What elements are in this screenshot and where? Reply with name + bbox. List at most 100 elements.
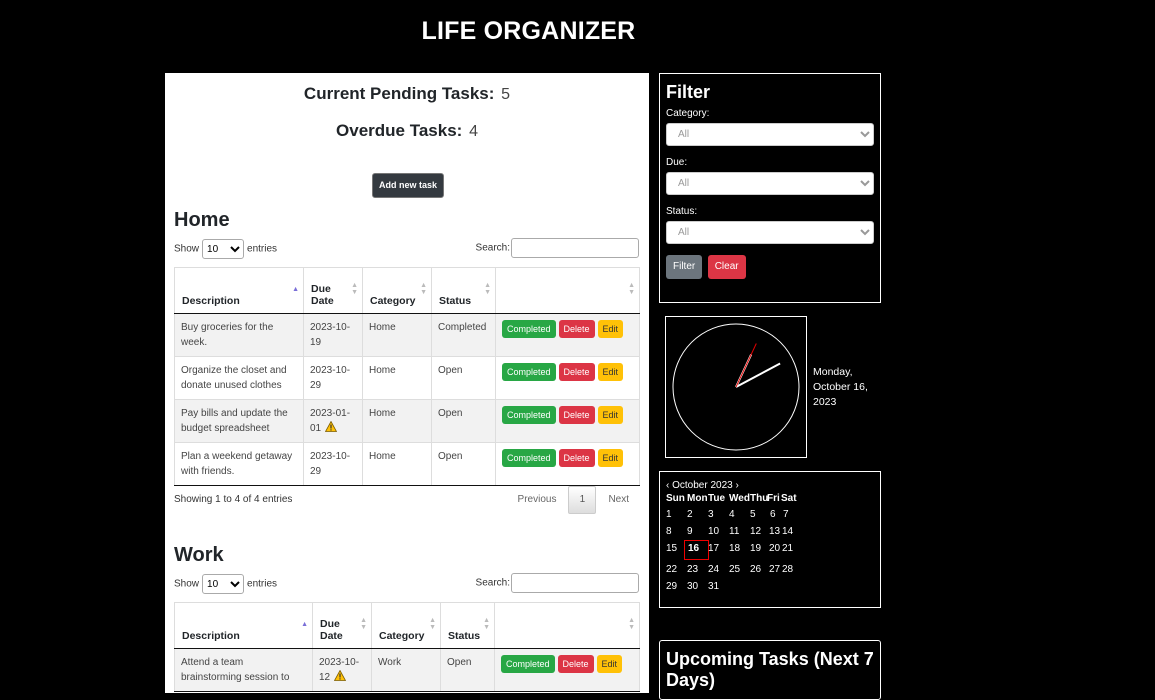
- delete-button[interactable]: Delete: [557, 655, 594, 673]
- calendar-day[interactable]: 2: [687, 509, 693, 520]
- calendar-week-row: 29 30 31: [666, 581, 874, 598]
- task-actions: Completed Delete Edit: [494, 648, 640, 692]
- calendar-day[interactable]: 7: [783, 509, 789, 520]
- filter-title: Filter: [666, 82, 711, 102]
- calendar-next-month[interactable]: ›: [736, 480, 739, 491]
- edit-button[interactable]: Edit: [597, 449, 624, 467]
- column-header-status[interactable]: Status ▲ ▼: [431, 267, 496, 314]
- calendar-day[interactable]: 10: [708, 526, 719, 537]
- column-header-actions[interactable]: ▲ ▼: [495, 267, 640, 314]
- edit-button[interactable]: Edit: [597, 320, 624, 338]
- calendar-day[interactable]: 31: [708, 581, 719, 592]
- edit-button[interactable]: Edit: [596, 655, 623, 673]
- page-1-button[interactable]: 1: [568, 486, 597, 514]
- calendar-prev-month[interactable]: ‹: [666, 480, 669, 491]
- delete-button[interactable]: Delete: [558, 406, 595, 424]
- previous-page-button[interactable]: Previous: [518, 494, 557, 505]
- calendar-day[interactable]: 11: [729, 526, 739, 537]
- filter-button[interactable]: Filter: [666, 255, 703, 279]
- category-filter-label: Category:: [666, 108, 710, 119]
- calendar-day[interactable]: 14: [782, 526, 793, 537]
- calendar-day[interactable]: 21: [782, 543, 793, 554]
- calendar-day[interactable]: 20: [769, 543, 780, 554]
- calendar-weekday: Wed: [729, 493, 750, 504]
- calendar-day[interactable]: 6: [770, 509, 776, 520]
- delete-button[interactable]: Delete: [558, 320, 595, 338]
- calendar-day[interactable]: 22: [666, 564, 677, 575]
- task-description: Plan a weekend getaway with friends.: [174, 442, 304, 486]
- mark-completed-button[interactable]: Completed: [501, 655, 555, 673]
- overdue-tasks-count: 4: [469, 123, 478, 140]
- clock-face: [672, 323, 800, 451]
- calendar-day[interactable]: 25: [729, 564, 740, 575]
- table-header-row: Description ▲ Due Date ▲ ▼ Category ▲ ▼ Statu…: [174, 602, 640, 649]
- home-page-length-select[interactable]: 10: [202, 239, 245, 259]
- mark-completed-button[interactable]: Completed: [502, 320, 556, 338]
- entries-label: entries: [247, 578, 278, 590]
- calendar-day[interactable]: 9: [687, 526, 693, 537]
- calendar-day[interactable]: 26: [750, 564, 761, 575]
- calendar-day[interactable]: 3: [708, 509, 714, 520]
- task-description: Attend a team brainstorming session to: [174, 648, 313, 692]
- calendar-day[interactable]: 12: [750, 526, 761, 537]
- entries-label: entries: [247, 243, 278, 255]
- home-search: Search:: [476, 238, 639, 258]
- calendar-day[interactable]: 5: [750, 509, 756, 520]
- pending-tasks-label: Current Pending Tasks:: [303, 84, 495, 103]
- calendar-day[interactable]: 13: [769, 526, 780, 537]
- edit-button[interactable]: Edit: [597, 363, 624, 381]
- task-status: Open: [431, 356, 496, 400]
- work-section-title: Work: [174, 544, 224, 566]
- calendar-day[interactable]: 30: [687, 581, 698, 592]
- calendar-day[interactable]: 23: [687, 564, 698, 575]
- column-header-description[interactable]: Description ▲: [174, 602, 313, 649]
- status-filter-select[interactable]: All: [666, 221, 874, 244]
- column-header-due-date[interactable]: Due Date ▲ ▼: [312, 602, 372, 649]
- calendar-day[interactable]: 29: [666, 581, 677, 592]
- edit-button[interactable]: Edit: [597, 406, 624, 424]
- delete-button[interactable]: Delete: [558, 363, 595, 381]
- work-page-length-select[interactable]: 10: [202, 574, 245, 594]
- calendar-day[interactable]: 18: [729, 543, 740, 554]
- calendar-day[interactable]: 28: [782, 564, 793, 575]
- calendar-day[interactable]: 19: [750, 543, 761, 554]
- task-status: Open: [440, 648, 495, 692]
- task-actions: Completed Delete Edit: [495, 356, 640, 400]
- mark-completed-button[interactable]: Completed: [502, 449, 556, 467]
- column-header-status[interactable]: Status ▲ ▼: [440, 602, 495, 649]
- next-page-button[interactable]: Next: [608, 494, 629, 505]
- calendar-weekday: Mon: [687, 493, 708, 504]
- calendar-header: ‹ October 2023 ›: [666, 480, 874, 491]
- add-new-task-button[interactable]: Add new task: [372, 173, 445, 198]
- task-description: Organize the closet and donate unused cl…: [174, 356, 304, 400]
- home-tasks-table: Description ▲ Due Date ▲ ▼ Category ▲ ▼ Statu…: [174, 267, 640, 486]
- calendar-day[interactable]: 27: [769, 564, 780, 575]
- table-row: Pay bills and update the budget spreadsh…: [174, 399, 640, 443]
- task-category: Home: [362, 442, 432, 486]
- column-header-due-date[interactable]: Due Date ▲ ▼: [303, 267, 363, 314]
- column-header-category[interactable]: Category ▲ ▼: [371, 602, 441, 649]
- calendar-weekday: Thu: [750, 493, 769, 504]
- app-title: LIFE ORGANIZER: [421, 17, 636, 45]
- due-filter-select[interactable]: All: [666, 172, 874, 195]
- mark-completed-button[interactable]: Completed: [502, 363, 556, 381]
- category-filter-select[interactable]: All: [666, 123, 874, 146]
- home-search-input[interactable]: [511, 238, 639, 258]
- calendar-day[interactable]: 17: [708, 543, 719, 554]
- column-header-category[interactable]: Category ▲ ▼: [362, 267, 432, 314]
- calendar-day[interactable]: 1: [666, 509, 672, 520]
- work-search-input[interactable]: [511, 573, 639, 593]
- task-category: Work: [371, 648, 441, 692]
- delete-button[interactable]: Delete: [558, 449, 595, 467]
- mark-completed-button[interactable]: Completed: [502, 406, 556, 424]
- calendar-day[interactable]: 4: [729, 509, 735, 520]
- column-header-actions[interactable]: ▲ ▼: [494, 602, 640, 649]
- calendar-day[interactable]: 8: [666, 526, 672, 537]
- task-category: Home: [362, 313, 432, 357]
- column-header-description[interactable]: Description ▲: [174, 267, 304, 314]
- clear-button[interactable]: Clear: [707, 255, 746, 279]
- calendar-day-today[interactable]: 16: [684, 540, 710, 560]
- calendar-day[interactable]: 24: [708, 564, 719, 575]
- calendar-day[interactable]: 15: [666, 543, 677, 554]
- task-category: Home: [362, 356, 432, 400]
